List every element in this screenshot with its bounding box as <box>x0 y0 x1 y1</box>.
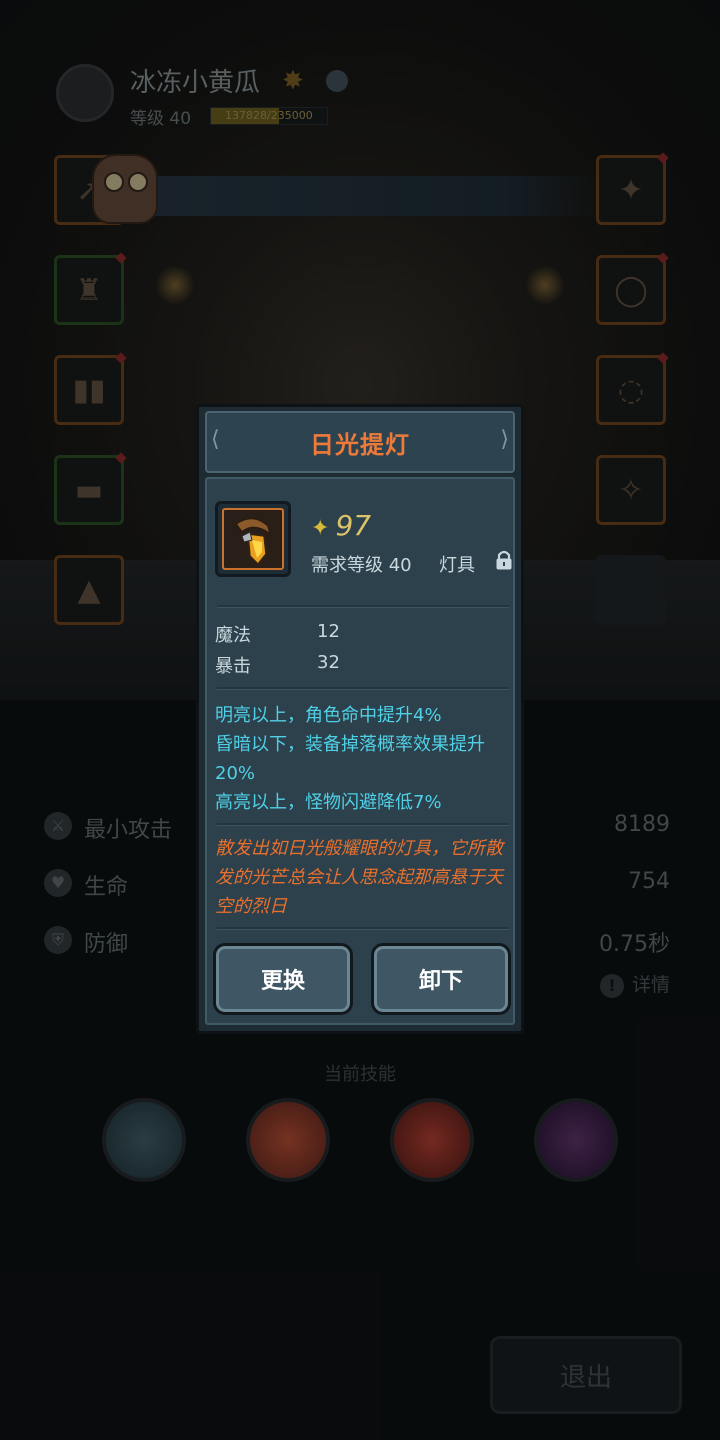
item-effects: 明亮以上，角色命中提升4% 昏暗以下，装备掉落概率效果提升20% 高亮以上，怪物… <box>215 701 509 817</box>
required-level: 需求等级 40 <box>311 555 412 576</box>
attribute-name: 暴击 <box>215 656 251 677</box>
unequip-button[interactable]: 卸下 <box>371 943 511 1015</box>
item-lore: 散发出如日光般耀眼的灯具，它所散发的光芒总会让人思念起那高悬于天空的烈日 <box>215 838 503 917</box>
divider <box>217 605 509 608</box>
replace-button[interactable]: 更换 <box>213 943 353 1015</box>
dialog-title-bar: ⟨ 日光提灯 ⟩ <box>205 411 515 473</box>
attribute-name: 魔法 <box>215 625 251 646</box>
item-detail-dialog: ⟨ 日光提灯 ⟩ ✦ 97 需求等级 40 灯具 魔法 12 暴击 32 明亮以… <box>196 404 524 1034</box>
item-type: 灯具 <box>439 555 475 576</box>
attribute-value: 32 <box>317 652 340 673</box>
lock-icon[interactable] <box>495 549 513 571</box>
item-power: ✦ 97 <box>311 509 371 542</box>
divider <box>217 687 509 690</box>
item-name: 日光提灯 <box>310 430 410 459</box>
sunlight-lamp-icon <box>222 508 284 570</box>
divider <box>217 927 509 930</box>
ornament-right-icon: ⟩ <box>500 427 509 452</box>
effect-line: 明亮以上，角色命中提升4% <box>215 705 442 726</box>
item-icon-frame <box>215 501 291 577</box>
dialog-body: ✦ 97 需求等级 40 灯具 魔法 12 暴击 32 明亮以上，角色命中提升4%… <box>205 477 515 1025</box>
power-icon: ✦ <box>311 516 330 541</box>
attribute-value: 12 <box>317 621 340 642</box>
effect-line: 昏暗以下，装备掉落概率效果提升20% <box>215 734 485 784</box>
effect-line: 高亮以上，怪物闪避降低7% <box>215 792 442 813</box>
power-value: 97 <box>335 509 372 542</box>
divider <box>217 823 509 826</box>
